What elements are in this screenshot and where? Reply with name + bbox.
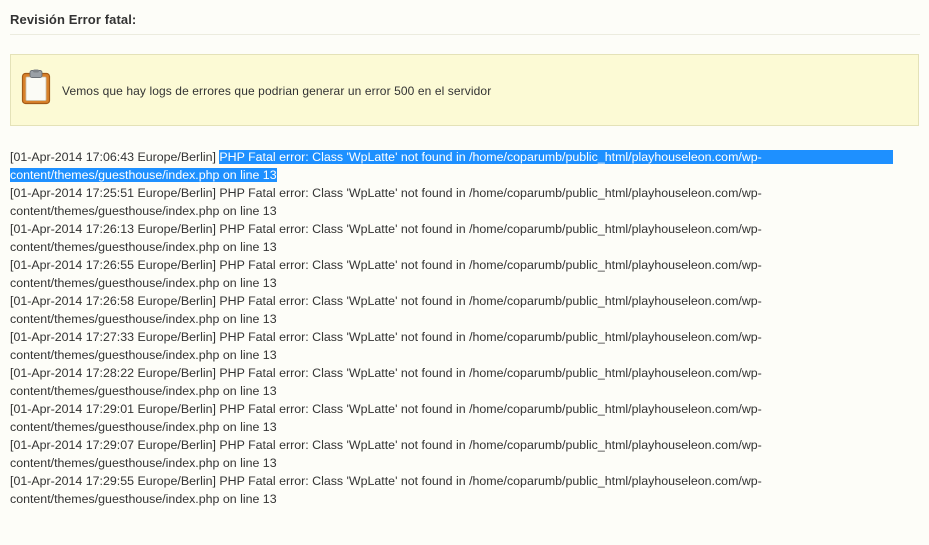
log-entry: [01-Apr-2014 17:29:55 Europe/Berlin] PHP… xyxy=(10,472,920,508)
log-message: PHP Fatal error: Class 'WpLatte' not fou… xyxy=(219,186,762,200)
log-line: content/themes/guesthouse/index.php on l… xyxy=(10,420,277,434)
error-log: [01-Apr-2014 17:06:43 Europe/Berlin] PHP… xyxy=(10,148,920,508)
notice-message: Vemos que hay logs de errores que podria… xyxy=(62,84,492,98)
log-line: [01-Apr-2014 17:27:33 Europe/Berlin] PHP… xyxy=(10,328,920,346)
log-timestamp: [01-Apr-2014 17:28:22 Europe/Berlin] xyxy=(10,366,220,380)
log-message: PHP Fatal error: Class 'WpLatte' not fou… xyxy=(219,258,762,272)
log-message: PHP Fatal error: Class 'WpLatte' not fou… xyxy=(219,330,762,344)
log-line: [01-Apr-2014 17:29:55 Europe/Berlin] PHP… xyxy=(10,472,920,490)
log-line: content/themes/guesthouse/index.php on l… xyxy=(10,456,277,470)
log-line: content/themes/guesthouse/index.php on l… xyxy=(10,492,277,506)
log-message-selected: PHP Fatal error: Class 'WpLatte' not fou… xyxy=(219,150,893,164)
log-line: [01-Apr-2014 17:29:07 Europe/Berlin] PHP… xyxy=(10,436,920,454)
log-message: PHP Fatal error: Class 'WpLatte' not fou… xyxy=(219,222,762,236)
log-line: [01-Apr-2014 17:29:01 Europe/Berlin] PHP… xyxy=(10,400,920,418)
log-line: [01-Apr-2014 17:06:43 Europe/Berlin] PHP… xyxy=(10,148,920,166)
log-line: content/themes/guesthouse/index.php on l… xyxy=(10,204,277,218)
log-line: [01-Apr-2014 17:26:58 Europe/Berlin] PHP… xyxy=(10,292,920,310)
log-entry: [01-Apr-2014 17:26:55 Europe/Berlin] PHP… xyxy=(10,256,920,292)
log-entry: [01-Apr-2014 17:29:07 Europe/Berlin] PHP… xyxy=(10,436,920,472)
clipboard-icon xyxy=(21,69,51,105)
log-timestamp: [01-Apr-2014 17:25:51 Europe/Berlin] xyxy=(10,186,220,200)
log-entry: [01-Apr-2014 17:06:43 Europe/Berlin] PHP… xyxy=(10,148,920,184)
log-timestamp: [01-Apr-2014 17:29:01 Europe/Berlin] xyxy=(10,402,220,416)
log-entry: [01-Apr-2014 17:29:01 Europe/Berlin] PHP… xyxy=(10,400,920,436)
log-timestamp: [01-Apr-2014 17:27:33 Europe/Berlin] xyxy=(10,330,220,344)
log-message: PHP Fatal error: Class 'WpLatte' not fou… xyxy=(219,402,762,416)
log-line: [01-Apr-2014 17:25:51 Europe/Berlin] PHP… xyxy=(10,184,920,202)
log-line: content/themes/guesthouse/index.php on l… xyxy=(10,276,277,290)
section-title: Revisión Error fatal: xyxy=(10,12,137,27)
log-timestamp: [01-Apr-2014 17:26:55 Europe/Berlin] xyxy=(10,258,220,272)
log-timestamp: [01-Apr-2014 17:29:55 Europe/Berlin] xyxy=(10,474,220,488)
log-line: content/themes/guesthouse/index.php on l… xyxy=(10,240,277,254)
log-line: [01-Apr-2014 17:26:13 Europe/Berlin] PHP… xyxy=(10,220,920,238)
title-divider xyxy=(10,34,920,35)
log-line: [01-Apr-2014 17:28:22 Europe/Berlin] PHP… xyxy=(10,364,920,382)
log-entry: [01-Apr-2014 17:26:13 Europe/Berlin] PHP… xyxy=(10,220,920,256)
log-timestamp: [01-Apr-2014 17:26:58 Europe/Berlin] xyxy=(10,294,220,308)
log-line: content/themes/guesthouse/index.php on l… xyxy=(10,312,277,326)
notice-box: Vemos que hay logs de errores que podria… xyxy=(10,54,919,126)
log-entry: [01-Apr-2014 17:26:58 Europe/Berlin] PHP… xyxy=(10,292,920,328)
log-timestamp: [01-Apr-2014 17:06:43 Europe/Berlin] xyxy=(10,150,220,164)
log-line: content/themes/guesthouse/index.php on l… xyxy=(10,384,277,398)
log-timestamp: [01-Apr-2014 17:29:07 Europe/Berlin] xyxy=(10,438,220,452)
log-line: [01-Apr-2014 17:26:55 Europe/Berlin] PHP… xyxy=(10,256,920,274)
log-timestamp: [01-Apr-2014 17:26:13 Europe/Berlin] xyxy=(10,222,220,236)
log-message: PHP Fatal error: Class 'WpLatte' not fou… xyxy=(219,474,762,488)
log-message: PHP Fatal error: Class 'WpLatte' not fou… xyxy=(219,294,762,308)
log-line: content/themes/guesthouse/index.php on l… xyxy=(10,166,920,184)
log-entry: [01-Apr-2014 17:27:33 Europe/Berlin] PHP… xyxy=(10,328,920,364)
log-message: PHP Fatal error: Class 'WpLatte' not fou… xyxy=(219,438,762,452)
log-line: content/themes/guesthouse/index.php on l… xyxy=(10,348,277,362)
log-entry: [01-Apr-2014 17:25:51 Europe/Berlin] PHP… xyxy=(10,184,920,220)
log-entry: [01-Apr-2014 17:28:22 Europe/Berlin] PHP… xyxy=(10,364,920,400)
log-message: PHP Fatal error: Class 'WpLatte' not fou… xyxy=(219,366,762,380)
log-message-selected: content/themes/guesthouse/index.php on l… xyxy=(10,168,277,182)
